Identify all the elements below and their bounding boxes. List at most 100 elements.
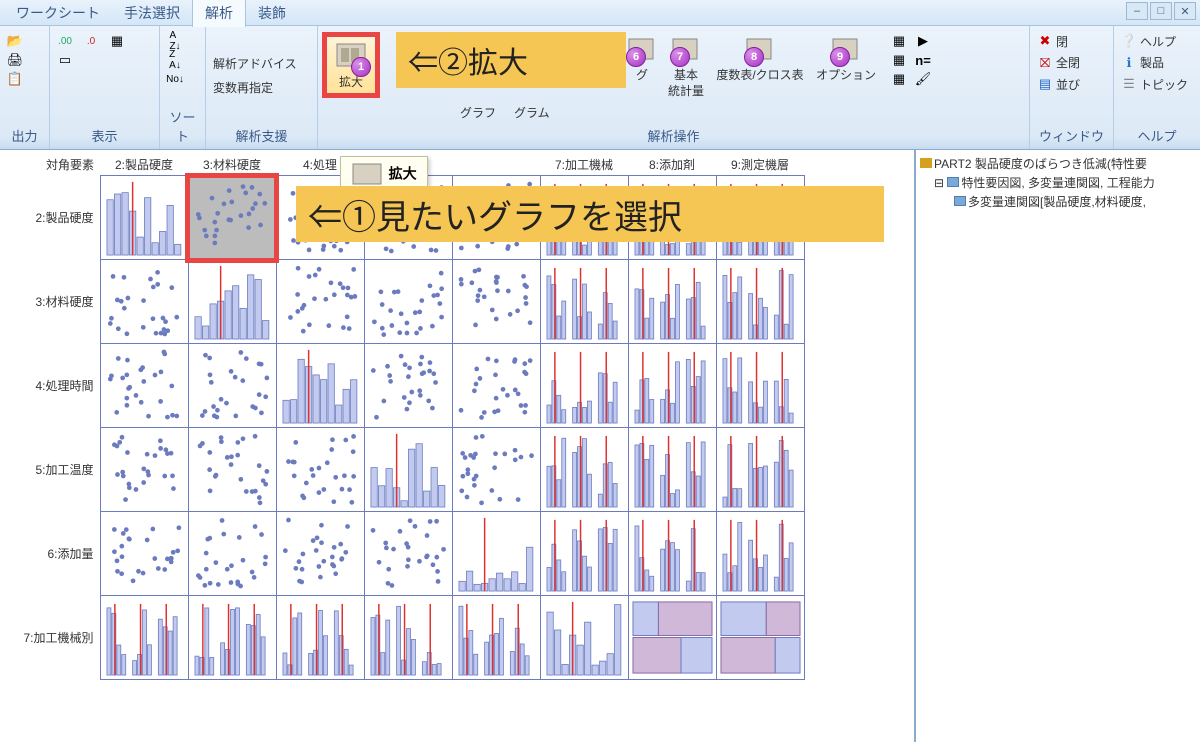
sort-num-icon: No↓ [167,71,183,87]
ribbon-group-display: .00 ▭ .0 ▦ 表示 [50,26,160,149]
matrix-cell[interactable] [452,344,540,428]
matrix-cell[interactable] [188,260,276,344]
sort-desc-button[interactable]: ZA↓ [164,51,186,69]
matrix-cell[interactable] [276,428,364,512]
project-tree-pane: PART2 製品硬度のばらつき低減(特性要 ⊟ 特性要因図, 多変量連関図, 工… [916,150,1200,742]
sort-num-button[interactable]: No↓ [164,70,186,88]
bold-btn[interactable]: n= [912,51,934,69]
sort-asc-button[interactable]: AZ↓ [164,32,186,50]
matrix-cell[interactable] [188,512,276,596]
matrix-cell[interactable] [628,512,716,596]
matrix-cell[interactable] [364,260,452,344]
enlarge-button[interactable]: 1 拡大 [322,32,380,98]
matrix-cell[interactable] [100,512,188,596]
matrix-cell[interactable] [628,344,716,428]
grid-btn-1[interactable]: ▦ [888,32,910,50]
window-controls: – □ ✕ [1126,2,1196,20]
matrix-cell[interactable] [100,260,188,344]
matrix-cell[interactable] [276,260,364,344]
option-icon: 9 [830,34,862,66]
menu-method[interactable]: 手法選択 [112,0,192,27]
matrix-cell[interactable] [452,512,540,596]
tree-root[interactable]: PART2 製品硬度のばらつき低減(特性要 [920,154,1196,173]
help-button[interactable]: ❔ヘルプ [1118,32,1191,50]
matrix-cell[interactable] [188,176,276,260]
matrix-cell[interactable] [100,176,188,260]
decimals-inc-button[interactable]: .00 [54,32,76,50]
matrix-cell[interactable] [452,260,540,344]
matrix-cell[interactable] [540,260,628,344]
ribbon-group-sort: AZ↓ ZA↓ No↓ ソート [160,26,206,149]
open-button[interactable]: 📂 [4,32,26,50]
minimize-button[interactable]: – [1126,2,1148,20]
matrix-cell[interactable] [364,428,452,512]
matrix-cell[interactable] [188,344,276,428]
matrix-cell[interactable] [540,428,628,512]
grid-icon-2: ▦ [891,52,907,68]
tree-child-2[interactable]: 多変量連関図[製品硬度,材料硬度, [920,192,1196,211]
win-close-button[interactable]: ✖閉 [1034,32,1083,50]
brush-btn[interactable]: 🖌 [912,70,934,88]
matrix-cell[interactable] [364,512,452,596]
win-closeall-button[interactable]: ⛝全閉 [1034,53,1083,71]
maximize-button[interactable]: □ [1150,2,1172,20]
menu-analysis[interactable]: 解析 [192,0,246,27]
matrix-cell[interactable] [716,428,804,512]
matrix-cell[interactable] [716,344,804,428]
help-icon: ❔ [1121,33,1137,49]
matrix-cell[interactable] [100,344,188,428]
menu-decorate[interactable]: 装飾 [246,0,298,27]
group-label-window: ウィンドウ [1034,124,1109,149]
analysis-advice-button[interactable]: 解析アドバイス [210,54,300,72]
matrix-cell[interactable] [716,512,804,596]
select-area-button[interactable]: ▭ [54,51,76,69]
op-button-6[interactable]: 6グ [622,32,662,84]
matrix-cell[interactable] [276,512,364,596]
matrix-cell[interactable] [540,344,628,428]
win-arrange-button[interactable]: ▤並び [1034,75,1083,93]
option-button[interactable]: 9オプション [812,32,880,84]
play-btn[interactable]: ▶ [912,32,934,50]
matrix-cell[interactable] [540,512,628,596]
op-button-7[interactable]: 7基本統計量 [664,32,708,101]
group-label-output: 出力 [4,124,45,149]
grid-btn-2[interactable]: ▦ [888,51,910,69]
close-button[interactable]: ✕ [1174,2,1196,20]
product-button[interactable]: ℹ製品 [1118,53,1191,71]
variable-respec-button[interactable]: 変数再指定 [210,78,276,96]
matrix-cell[interactable] [100,428,188,512]
matrix-cell[interactable] [276,596,364,680]
col-header: 2:製品硬度 [100,154,188,176]
matrix-cell[interactable] [188,428,276,512]
matrix-cell[interactable] [276,344,364,428]
row-header: 2:製品硬度 [4,176,100,260]
ribbon-group-support: 解析アドバイス 変数再指定 解析支援 [206,26,318,149]
play-icon: ▶ [915,33,931,49]
layout-button[interactable]: ▦ [106,32,128,50]
matrix-cell[interactable] [452,596,540,680]
group-label-sort: ソート [164,105,201,149]
col-header: 7:加工機械 [540,154,628,176]
matrix-cell[interactable] [364,344,452,428]
matrix-cell[interactable] [452,428,540,512]
topic-icon: ☰ [1121,76,1137,92]
matrix-cell[interactable] [188,596,276,680]
print-button[interactable]: 🖨 [4,51,26,69]
matrix-cell[interactable] [628,428,716,512]
matrix-cell[interactable] [628,260,716,344]
group-label-ops: 解析操作 [322,124,1025,149]
grid-btn-3[interactable]: ▦ [888,70,910,88]
copy-button[interactable]: 📋 [4,70,26,88]
freq-cross-button[interactable]: 8度数表/クロス表 [710,32,810,84]
matrix-cell[interactable] [628,596,716,680]
topic-button[interactable]: ☰トピック [1118,75,1191,93]
matrix-cell[interactable] [100,596,188,680]
decimals-dec-button[interactable]: .0 [80,32,102,50]
matrix-cell[interactable] [716,260,804,344]
col-header: 8:添加剤 [628,154,716,176]
menu-worksheet[interactable]: ワークシート [4,0,112,27]
tree-child-1[interactable]: ⊟ 特性要因図, 多変量連関図, 工程能力 [920,173,1196,192]
matrix-cell[interactable] [364,596,452,680]
matrix-cell[interactable] [540,596,628,680]
matrix-cell[interactable] [716,596,804,680]
